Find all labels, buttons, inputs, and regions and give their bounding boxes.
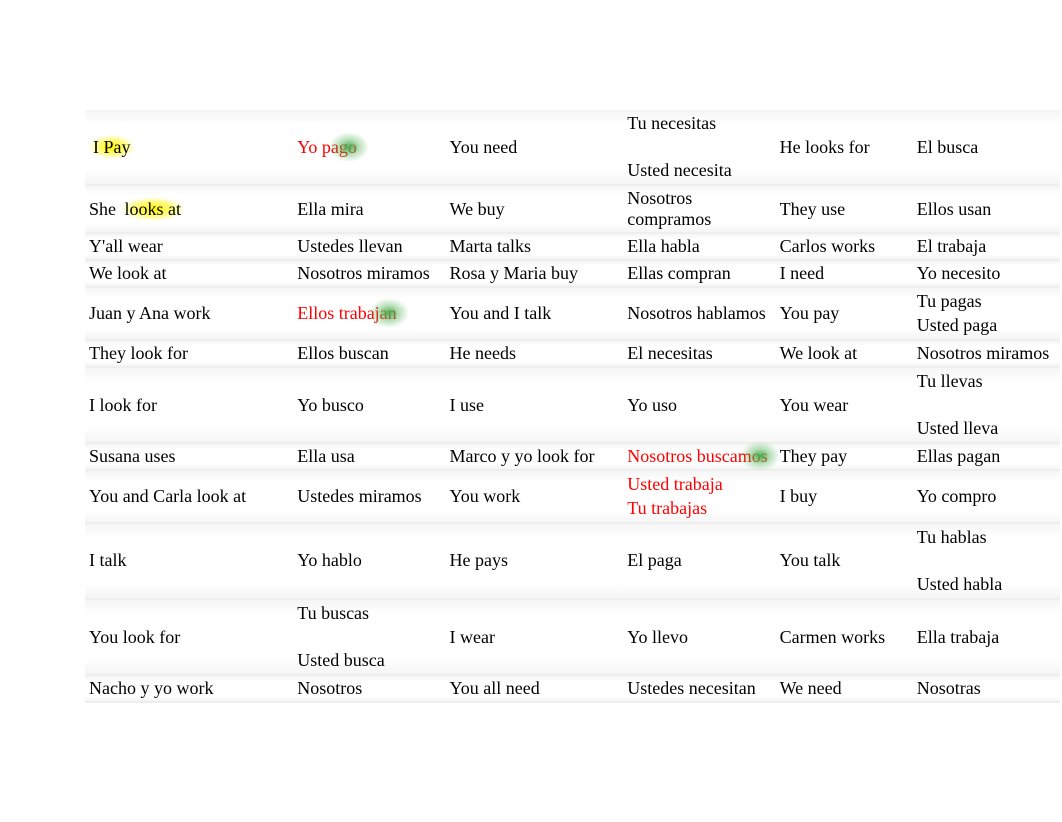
cell: Ustedes necesitan (623, 675, 775, 702)
cell: Ustedes llevan (293, 233, 445, 260)
cell: Yo busco (293, 367, 445, 443)
cell: Tu necesitas Usted necesita (623, 110, 775, 185)
cell: Marta talks (446, 233, 624, 260)
cell: Nosotros buscamos (623, 443, 775, 470)
cell: You pay (776, 287, 913, 340)
cell: Tu llevas Usted lleva (913, 367, 1060, 443)
cell: Ellas compran (623, 260, 775, 287)
cell: Tu pagas Usted paga (913, 287, 1060, 340)
cell: El paga (623, 523, 775, 599)
cell: He needs (446, 340, 624, 367)
cell: Y'all wear (85, 233, 293, 260)
cell: El busca (913, 110, 1060, 185)
cell: I talk (85, 523, 293, 599)
cell: You work (446, 470, 624, 523)
table-row: I PayYo pagoYou needTu necesitas Usted n… (85, 110, 1060, 185)
cell: Yo compro (913, 470, 1060, 523)
cell: You all need (446, 675, 624, 702)
cell: You talk (776, 523, 913, 599)
cell: You need (446, 110, 624, 185)
cell: Ella mira (293, 185, 445, 233)
cell: Ella trabaja (913, 599, 1060, 675)
table-row: They look forEllos buscanHe needsEl nece… (85, 340, 1060, 367)
cell: I need (776, 260, 913, 287)
cell: They use (776, 185, 913, 233)
table-row: You look forTu buscas Usted buscaI wearY… (85, 599, 1060, 675)
cell: Yo pago (293, 110, 445, 185)
cell: Ella usa (293, 443, 445, 470)
cell: I buy (776, 470, 913, 523)
cell: Tu buscas Usted busca (293, 599, 445, 675)
cell: You and I talk (446, 287, 624, 340)
cell: El necesitas (623, 340, 775, 367)
table-row: I look forYo buscoI useYo usoYou wearTu … (85, 367, 1060, 443)
cell: Ustedes miramos (293, 470, 445, 523)
table-row: I talkYo habloHe paysEl pagaYou talkTu h… (85, 523, 1060, 599)
verb-conjugation-table: I PayYo pagoYou needTu necesitas Usted n… (85, 110, 1060, 703)
cell: I look for (85, 367, 293, 443)
cell: We buy (446, 185, 624, 233)
cell: Nosotros (293, 675, 445, 702)
cell: He looks for (776, 110, 913, 185)
cell: We look at (85, 260, 293, 287)
cell: Nacho y yo work (85, 675, 293, 702)
cell: El trabaja (913, 233, 1060, 260)
table-row: Y'all wearUstedes llevanMarta talksElla … (85, 233, 1060, 260)
cell: You and Carla look at (85, 470, 293, 523)
cell: Yo hablo (293, 523, 445, 599)
cell: Ella habla (623, 233, 775, 260)
cell: We look at (776, 340, 913, 367)
cell: Yo uso (623, 367, 775, 443)
cell: Nosotros miramos (913, 340, 1060, 367)
cell: Tu hablas Usted habla (913, 523, 1060, 599)
cell: She looks at (85, 185, 293, 233)
cell: I wear (446, 599, 624, 675)
cell: Carlos works (776, 233, 913, 260)
cell: You wear (776, 367, 913, 443)
cell: Yo necesito (913, 260, 1060, 287)
table-row: Juan y Ana workEllos trabajanYou and I t… (85, 287, 1060, 340)
cell: Usted trabaja Tu trabajas (623, 470, 775, 523)
table-row: Susana usesElla usaMarco y yo look forNo… (85, 443, 1060, 470)
cell: I use (446, 367, 624, 443)
cell: He pays (446, 523, 624, 599)
cell: You look for (85, 599, 293, 675)
cell: Juan y Ana work (85, 287, 293, 340)
cell: Ellos usan (913, 185, 1060, 233)
cell: Susana uses (85, 443, 293, 470)
cell: Nosotros miramos (293, 260, 445, 287)
cell: They look for (85, 340, 293, 367)
cell: Ellos buscan (293, 340, 445, 367)
cell: We need (776, 675, 913, 702)
cell: Ellas pagan (913, 443, 1060, 470)
table-row: You and Carla look atUstedes miramosYou … (85, 470, 1060, 523)
cell: Rosa y Maria buy (446, 260, 624, 287)
cell: Yo llevo (623, 599, 775, 675)
cell: Nosotros hablamos (623, 287, 775, 340)
cell: I Pay (85, 110, 293, 185)
table-row: We look atNosotros miramosRosa y Maria b… (85, 260, 1060, 287)
cell: Nosotros compramos (623, 185, 775, 233)
table-row: Nacho y yo workNosotrosYou all needUsted… (85, 675, 1060, 702)
cell: Carmen works (776, 599, 913, 675)
table-row: She looks atElla miraWe buyNosotros comp… (85, 185, 1060, 233)
cell: Marco y yo look for (446, 443, 624, 470)
cell: They pay (776, 443, 913, 470)
cell: Nosotras (913, 675, 1060, 702)
cell: Ellos trabajan (293, 287, 445, 340)
